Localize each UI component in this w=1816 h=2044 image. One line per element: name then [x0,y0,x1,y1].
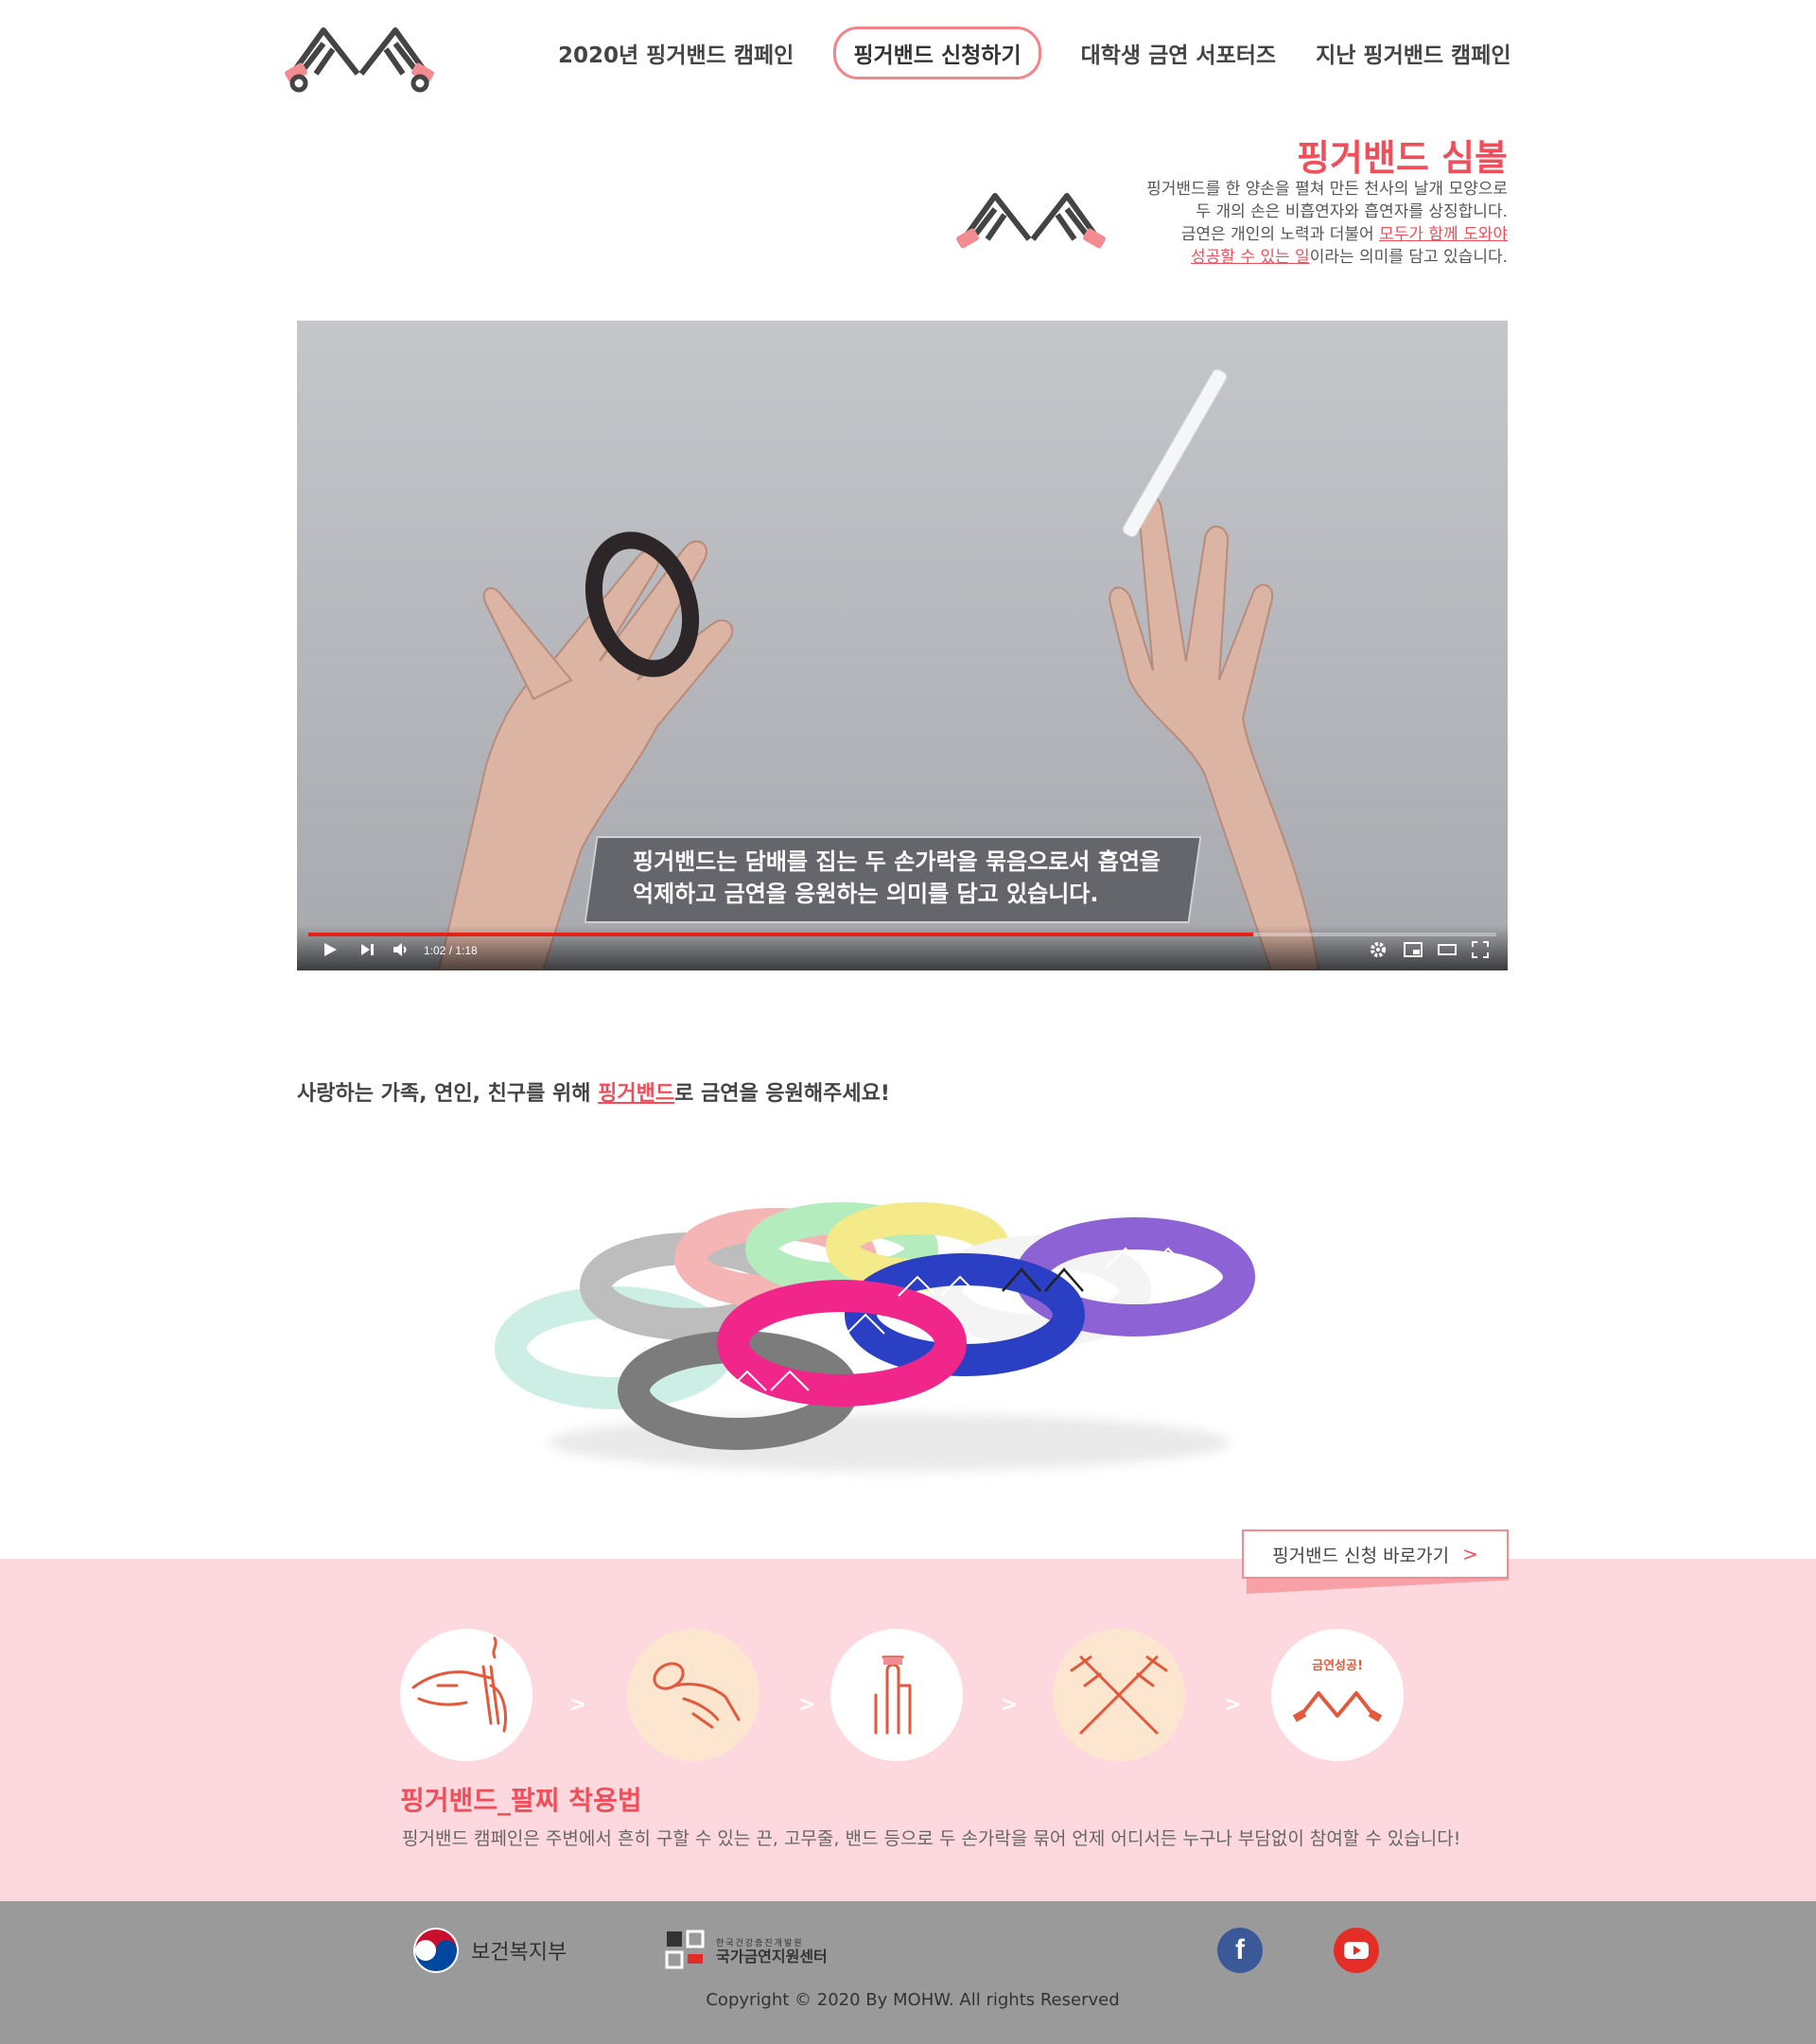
theater-mode-icon[interactable] [1438,941,1457,963]
tagline-highlight: 핑거밴드 [598,1082,675,1106]
howto-description: 핑거밴드 캠페인은 주변에서 흔히 구할 수 있는 끈, 고무줄, 밴드 등으로… [402,1828,1461,1849]
video-time: 1:02 / 1:18 [424,944,478,957]
howto-step-5: 금연성공! [1271,1629,1404,1761]
khp-logo[interactable]: 한국건강증진개발원 국가금연지원센터 [665,1930,828,1971]
symbol-line-3-text: 금연은 개인의 노력과 더불어 [1180,225,1380,244]
next-icon[interactable] [359,941,375,963]
symbol-line-2: 두 개의 손은 비흡연자와 흡연자를 상징합니다. [1196,202,1508,221]
nav-college-supporters[interactable]: 대학생 금연 서포터즈 [1081,37,1276,69]
symbol-line-4: 성공할 수 있는 일이라는 의미를 담고 있습니다. [1016,246,1508,269]
apply-shortcut-button[interactable]: 핑거밴드 신청 바로가기 > [1242,1529,1509,1579]
mohw-logo[interactable]: 보건복지부 [412,1927,567,1974]
nav-2020-campaign[interactable]: 2020년 핑거밴드 캠페인 [558,37,794,69]
bracelets-illustration [495,1202,1255,1471]
nav-past-campaigns[interactable]: 지난 핑거밴드 캠페인 [1316,37,1510,69]
symbol-line-3-highlight: 모두가 함께 도와야 [1379,225,1508,244]
video-caption: 핑거밴드는 담배를 집는 두 손가락을 묶음으로서 흡연을 억제하고 금연을 응… [633,846,1200,910]
volume-icon[interactable] [392,941,409,963]
fullscreen-icon[interactable] [1472,941,1489,963]
video-caption-highlight: 핑거밴드 [633,848,717,875]
success-wings-icon [1292,1691,1383,1722]
step-arrow-icon: > [1001,1693,1019,1717]
finger-wings-logo-icon [285,27,434,93]
video-caption-line-2: 억제하고 금연을 응원하는 의미를 담고 있습니다. [633,881,1099,907]
taegeuk-icon [413,1928,459,1973]
khp-mark-icon [665,1930,705,1969]
facebook-glyph: f [1235,1934,1245,1965]
video-progress-bar[interactable] [308,933,1496,936]
tagline-post: 로 금연을 응원해주세요! [674,1082,890,1106]
apply-button-label: 핑거밴드 신청 바로가기 [1272,1545,1450,1566]
fingers-bound-icon [874,1655,912,1735]
symbol-title: 핑거밴드 심볼 [1297,137,1508,179]
video-caption-line-1-text: 는 담배를 집는 두 손가락을 묶음으로서 흡연을 [716,848,1161,875]
step-arrow-icon: > [798,1693,816,1717]
mohw-name: 보건복지부 [471,1941,568,1965]
howto-step-4 [1053,1629,1185,1761]
youtube-icon[interactable] [1334,1928,1379,1973]
symbol-line-4-text: 이라는 의미를 담고 있습니다. [1309,248,1508,267]
khp-big-text: 국가금연지원센터 [716,1948,828,1965]
step-arrow-icon: > [569,1693,587,1717]
video-caption-line-1: 핑거밴드는 담배를 집는 두 손가락을 묶음으로서 흡연을 [633,846,1200,878]
symbol-line-4-highlight: 성공할 수 있는 일 [1191,248,1310,267]
fingerband-bracelets-image [492,1201,1286,1485]
site-footer [0,1901,1816,2044]
symbol-line-3: 금연은 개인의 노력과 더불어 모두가 함께 도와야 [1016,223,1508,246]
symbol-line-1: 핑거밴드를 한 양손을 펼쳐 만든 천사의 날개 모양으로 [1146,180,1508,199]
howto-title: 핑거밴드_팔찌 착용법 [400,1785,642,1816]
hand-holding-cigarette-icon [411,1636,507,1733]
symbol-description: 핑거밴드를 한 양손을 펼쳐 만든 천사의 날개 모양으로 두 개의 손은 비흡… [1016,178,1508,269]
main-nav: 2020년 핑거밴드 캠페인 핑거밴드 신청하기 대학생 금연 서포터즈 지난 … [558,26,1511,79]
hand-with-band-icon [653,1662,741,1729]
howto-step-3 [830,1629,963,1761]
crossed-hands-icon [1070,1655,1168,1735]
chevron-right-icon: > [1462,1543,1478,1565]
copyright-text: Copyright © 2020 By MOHW. All rights Res… [706,1990,1120,2010]
tagline-pre: 사랑하는 가족, 연인, 친구를 위해 [297,1082,599,1106]
miniplayer-icon[interactable] [1404,941,1423,963]
video-progress-fill [308,933,1253,936]
howto-step-1 [400,1629,533,1761]
khp-text: 한국건강증진개발원 국가금연지원센터 [716,1937,828,1965]
nav-apply-fingerband[interactable]: 핑거밴드 신청하기 [833,26,1041,79]
step-arrow-icon: > [1224,1693,1242,1717]
settings-icon[interactable] [1370,941,1387,963]
howto-step-2 [627,1629,760,1761]
support-tagline: 사랑하는 가족, 연인, 친구를 위해 핑거밴드로 금연을 응원해주세요! [297,1076,890,1107]
play-icon[interactable] [322,941,339,963]
facebook-icon[interactable]: f [1217,1928,1263,1973]
site-logo[interactable] [284,21,435,93]
campaign-video-player[interactable]: 핑거밴드는 담배를 집는 두 손가락을 묶음으로서 흡연을 억제하고 금연을 응… [297,321,1508,970]
